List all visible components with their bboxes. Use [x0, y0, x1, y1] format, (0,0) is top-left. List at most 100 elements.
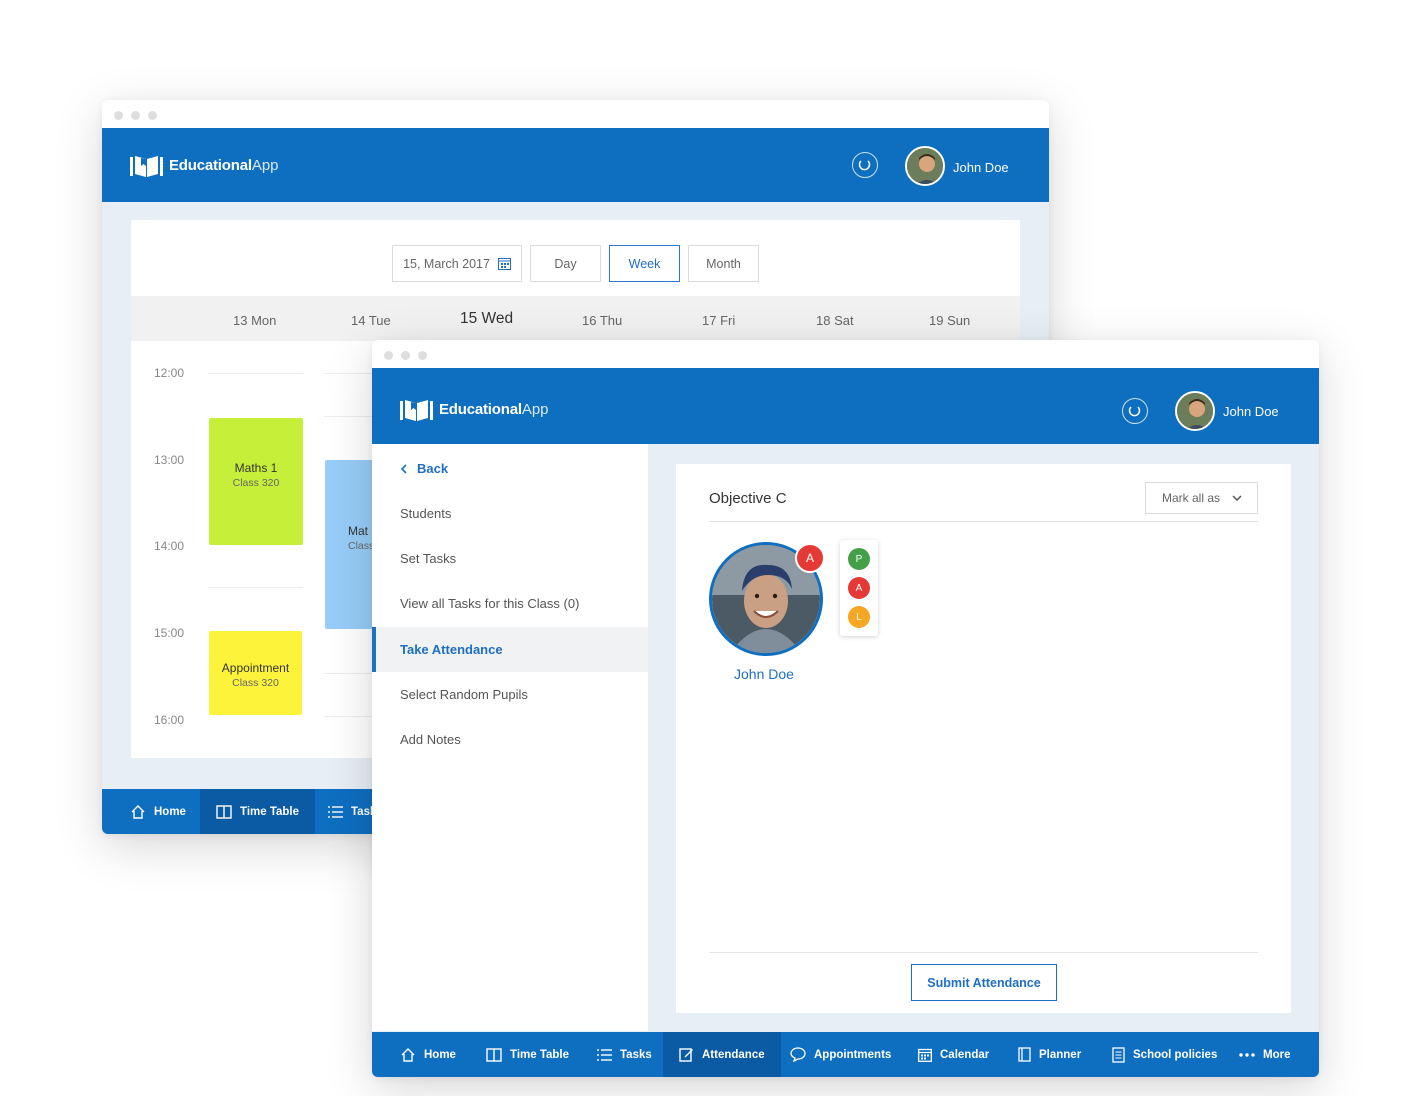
back-link[interactable]: Back [372, 446, 648, 491]
nav-label: Planner [1039, 1048, 1082, 1061]
sidebar-item-set-tasks[interactable]: Set Tasks [372, 536, 648, 581]
status-absent-option[interactable]: A [848, 577, 870, 599]
sidebar-item-random-pupils[interactable]: Select Random Pupils [372, 672, 648, 717]
status-late-option[interactable]: L [848, 606, 870, 628]
grid-line [324, 716, 374, 717]
time-label: 14:00 [154, 539, 185, 553]
attendance-card: Objective C Mark all as A P A L John Doe… [676, 464, 1291, 1013]
status-present-option[interactable]: P [848, 548, 870, 570]
user-avatar[interactable] [1175, 391, 1215, 431]
sidebar-item-add-notes[interactable]: Add Notes [372, 717, 648, 762]
day-header[interactable]: 13 Mon [233, 313, 276, 328]
day-header[interactable]: 16 Thu [582, 313, 622, 328]
sidebar-item-students[interactable]: Students [372, 491, 648, 536]
nav-school-policies[interactable]: School policies [1112, 1032, 1217, 1077]
view-month-button[interactable]: Month [688, 245, 759, 282]
view-week-button[interactable]: Week [609, 245, 680, 282]
nav-planner[interactable]: Planner [1018, 1032, 1081, 1077]
day-header[interactable]: 19 Sun [929, 313, 970, 328]
mark-all-dropdown[interactable]: Mark all as [1145, 482, 1258, 514]
nav-time-table[interactable]: Time Table [486, 1032, 569, 1077]
nav-home[interactable]: Home [400, 1032, 456, 1077]
nav-label: School policies [1133, 1048, 1218, 1061]
day-header[interactable]: 17 Fri [702, 313, 735, 328]
day-header-current[interactable]: 15 Wed [460, 310, 513, 328]
refresh-icon[interactable] [852, 152, 878, 178]
nav-label: Tasks [620, 1048, 652, 1061]
window-minimize-dot[interactable] [131, 111, 140, 120]
window-maximize-dot[interactable] [148, 111, 157, 120]
day-header[interactable]: 18 Sat [816, 313, 854, 328]
nav-tasks[interactable]: Tasks [597, 1032, 652, 1077]
app-logo[interactable]: EducationalApp [129, 154, 279, 178]
time-label: 12:00 [154, 366, 185, 380]
nav-home[interactable]: Home [130, 789, 186, 834]
calendar-icon [918, 1048, 932, 1062]
nav-label: Calendar [940, 1048, 990, 1061]
user-name[interactable]: John Doe [953, 160, 1009, 175]
attendance-status-picker: P A L [840, 540, 878, 636]
brand-light: App [521, 401, 549, 418]
chat-bubble-icon [790, 1047, 806, 1062]
book-logo-icon [130, 156, 163, 177]
chevron-left-icon [400, 463, 407, 474]
student-name[interactable]: John Doe [734, 666, 794, 682]
nav-appointments[interactable]: Appointments [790, 1032, 891, 1077]
date-picker-value: 15, March 2017 [403, 256, 490, 271]
view-day-button[interactable]: Day [530, 245, 601, 282]
event-subtitle: Class 320 [232, 477, 280, 489]
sidebar-item-view-tasks[interactable]: View all Tasks for this Class (0) [372, 581, 648, 626]
date-picker[interactable]: 15, March 2017 [392, 245, 522, 282]
attendance-window: EducationalApp John Doe Back Students Se… [372, 340, 1319, 1077]
nav-time-table[interactable]: Time Table [200, 789, 316, 834]
nav-label: Home [154, 805, 186, 818]
app-header: EducationalApp John Doe [372, 368, 1319, 444]
list-icon [328, 805, 343, 818]
day-header[interactable]: 14 Tue [351, 313, 391, 328]
grid-line [208, 587, 303, 588]
more-dots-icon [1239, 1052, 1255, 1057]
nav-tasks[interactable]: Task [328, 789, 376, 834]
mark-all-label: Mark all as [1162, 491, 1221, 505]
nav-more[interactable]: More [1239, 1032, 1290, 1077]
calendar-icon [497, 258, 511, 270]
back-label: Back [417, 461, 449, 476]
user-avatar[interactable] [905, 146, 945, 186]
window-close-dot[interactable] [114, 111, 123, 120]
attendance-status-badge[interactable]: A [795, 543, 825, 573]
nav-label: More [1263, 1048, 1291, 1061]
window-close-dot[interactable] [384, 351, 393, 360]
user-name[interactable]: John Doe [1223, 404, 1279, 419]
sidebar-item-take-attendance[interactable]: Take Attendance [372, 627, 648, 672]
window-titlebar [102, 100, 1049, 128]
grid-line [324, 416, 374, 417]
window-titlebar [372, 340, 1319, 368]
app-header: EducationalApp John Doe [102, 128, 1049, 202]
book-icon [486, 1047, 502, 1062]
bottom-navigation: Home Time Table Tasks Attendance Appoint… [372, 1032, 1319, 1077]
grid-line [324, 373, 374, 374]
window-maximize-dot[interactable] [418, 351, 427, 360]
day-header-row: 13 Mon 14 Tue 15 Wed 16 Thu 17 Fri 18 Sa… [131, 296, 1020, 341]
book-icon [216, 804, 232, 819]
window-minimize-dot[interactable] [401, 351, 410, 360]
refresh-icon[interactable] [1122, 398, 1148, 424]
nav-calendar[interactable]: Calendar [918, 1032, 989, 1077]
calendar-event[interactable]: Maths 1 Class 320 [209, 418, 303, 545]
calendar-event[interactable]: Appointment Class 320 [209, 631, 302, 715]
submit-attendance-button[interactable]: Submit Attendance [911, 964, 1057, 1001]
nav-label: Home [424, 1048, 456, 1061]
list-icon [597, 1048, 612, 1061]
app-logo[interactable]: EducationalApp [399, 398, 549, 422]
brand-light: App [251, 157, 279, 174]
nav-label: Time Table [240, 805, 300, 818]
event-title: Appointment [221, 661, 290, 675]
home-icon [131, 804, 145, 819]
document-icon [1112, 1046, 1125, 1063]
nav-label: Time Table [510, 1048, 570, 1061]
edit-icon [679, 1048, 693, 1062]
time-label: 16:00 [154, 713, 185, 727]
home-icon [401, 1047, 415, 1062]
chevron-down-icon [1232, 494, 1242, 501]
nav-attendance[interactable]: Attendance [663, 1032, 781, 1077]
